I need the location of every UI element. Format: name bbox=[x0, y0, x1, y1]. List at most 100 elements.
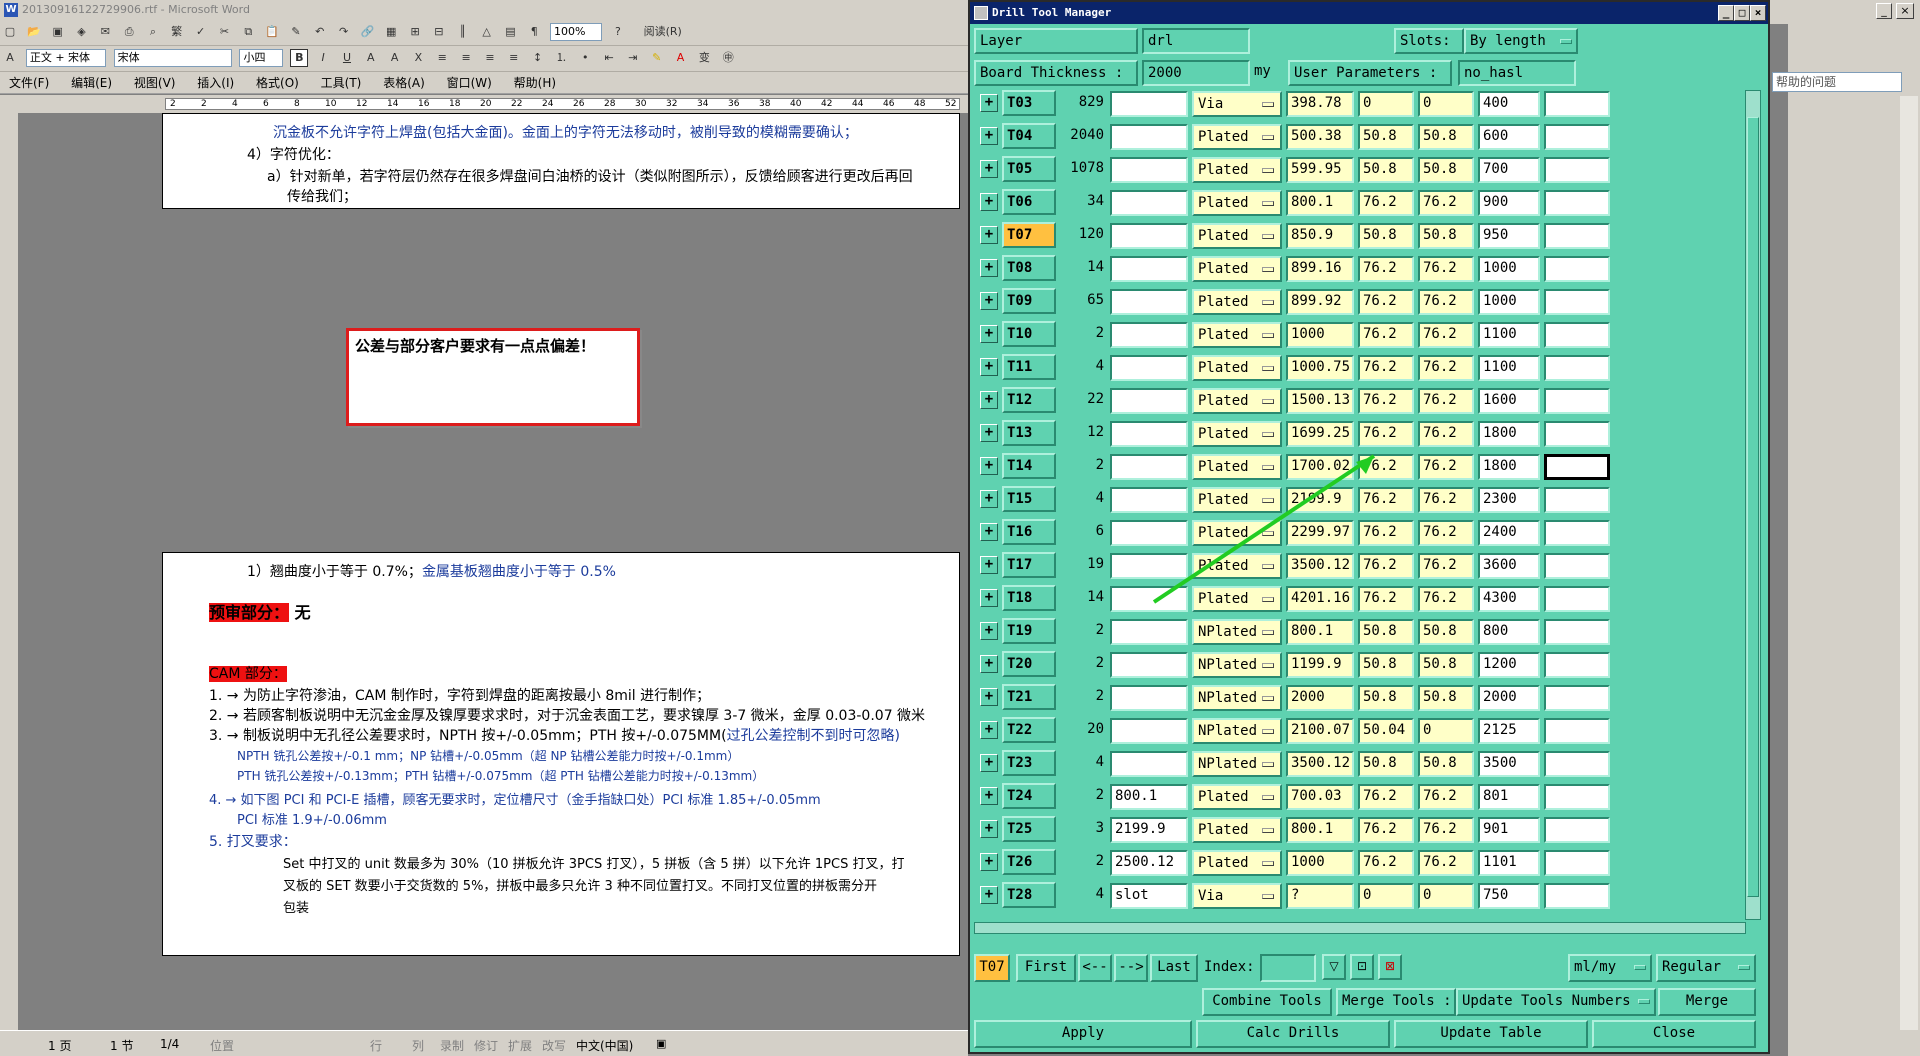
extra-field[interactable] bbox=[1544, 157, 1610, 183]
expand-row-icon[interactable]: + bbox=[980, 655, 998, 673]
zoom-select[interactable]: 100% bbox=[550, 23, 603, 41]
numbering-icon[interactable]: ⒈ bbox=[552, 49, 571, 67]
param-field[interactable] bbox=[1110, 157, 1188, 183]
tol-minus-field[interactable]: 50.8 bbox=[1418, 157, 1474, 183]
increase-indent-icon[interactable]: ⇥ bbox=[623, 49, 642, 67]
tol-plus-field[interactable]: 50.8 bbox=[1358, 619, 1414, 645]
document-page-2[interactable]: 1）翘曲度小于等于 0.7%；金属基板翘曲度小于等于 0.5% 预审部分： 无 … bbox=[162, 552, 960, 956]
hole-type-dropdown[interactable]: Plated bbox=[1192, 487, 1282, 513]
drill-size-field[interactable]: 899.92 bbox=[1286, 289, 1354, 315]
justify-icon[interactable]: ≡ bbox=[504, 49, 523, 67]
drill-size-field[interactable]: 2199.9 bbox=[1286, 487, 1354, 513]
layer-field[interactable]: drl bbox=[1142, 28, 1250, 54]
styles-icon[interactable]: A bbox=[1, 49, 19, 67]
param-field[interactable] bbox=[1110, 256, 1188, 282]
hole-type-dropdown[interactable]: Plated bbox=[1192, 553, 1282, 579]
tol-minus-field[interactable]: 50.8 bbox=[1418, 619, 1474, 645]
tol-minus-field[interactable]: 50.8 bbox=[1418, 751, 1474, 777]
slots-dropdown[interactable]: By length bbox=[1464, 28, 1578, 54]
mode-dropdown[interactable]: Regular bbox=[1656, 954, 1756, 982]
bold-icon[interactable]: B bbox=[290, 49, 309, 67]
hole-type-dropdown[interactable]: Plated bbox=[1192, 784, 1282, 810]
extra-field[interactable] bbox=[1544, 91, 1610, 117]
enclose-icon[interactable]: ㊥ bbox=[719, 49, 738, 67]
param-field[interactable] bbox=[1110, 751, 1188, 777]
drill-size-field[interactable]: 2100.07 bbox=[1286, 718, 1354, 744]
insert-table-icon[interactable]: ⊞ bbox=[406, 23, 425, 41]
hole-type-dropdown[interactable]: Plated bbox=[1192, 322, 1282, 348]
expand-row-icon[interactable]: + bbox=[980, 523, 998, 541]
tol-minus-field[interactable]: 50.8 bbox=[1418, 685, 1474, 711]
spelling-status-icon[interactable]: ▣ bbox=[656, 1037, 666, 1050]
tol-minus-field[interactable]: 76.2 bbox=[1418, 355, 1474, 381]
param-field[interactable] bbox=[1110, 190, 1188, 216]
tol-plus-field[interactable]: 0 bbox=[1358, 91, 1414, 117]
tool-name[interactable]: T28 bbox=[1002, 882, 1056, 908]
open-icon[interactable]: 📂 bbox=[24, 23, 43, 41]
param-field[interactable] bbox=[1110, 355, 1188, 381]
param-field[interactable] bbox=[1110, 718, 1188, 744]
drill-size-field[interactable]: 800.1 bbox=[1286, 817, 1354, 843]
param-field[interactable]: 2199.9 bbox=[1110, 817, 1188, 843]
finish-size-field[interactable]: 750 bbox=[1478, 883, 1540, 909]
extra-field[interactable] bbox=[1544, 223, 1610, 249]
bg-close-icon[interactable]: × bbox=[1896, 3, 1914, 19]
tol-minus-field[interactable]: 76.2 bbox=[1418, 520, 1474, 546]
table-icon[interactable]: ⊡ bbox=[1350, 954, 1374, 980]
tol-minus-field[interactable]: 76.2 bbox=[1418, 784, 1474, 810]
tool-name[interactable]: T20 bbox=[1002, 651, 1056, 677]
redo-icon[interactable]: ↷ bbox=[334, 23, 353, 41]
tool-name[interactable]: T07 bbox=[1002, 222, 1056, 248]
tol-plus-field[interactable]: 76.2 bbox=[1358, 817, 1414, 843]
tol-plus-field[interactable]: 50.8 bbox=[1358, 223, 1414, 249]
status-rev[interactable]: 修订 bbox=[474, 1037, 498, 1054]
tool-name[interactable]: T05 bbox=[1002, 156, 1056, 182]
italic-icon[interactable]: I bbox=[314, 49, 333, 67]
tol-plus-field[interactable]: 76.2 bbox=[1358, 421, 1414, 447]
expand-row-icon[interactable]: + bbox=[980, 787, 998, 805]
tool-name[interactable]: T22 bbox=[1002, 717, 1056, 743]
hole-type-dropdown[interactable]: NPlated bbox=[1192, 685, 1282, 711]
horizontal-ruler[interactable]: 2 2 4 6 8 10 12 14 16 18 20 22 24 26 28 30 32 34 36 38 40 42 4… bbox=[0, 95, 968, 113]
tol-minus-field[interactable]: 50.8 bbox=[1418, 223, 1474, 249]
tol-minus-field[interactable]: 76.2 bbox=[1418, 553, 1474, 579]
menu-format[interactable]: 格式(O) bbox=[247, 72, 308, 94]
copy-icon[interactable]: ⧉ bbox=[239, 23, 258, 41]
finish-size-field[interactable]: 950 bbox=[1478, 223, 1540, 249]
drill-size-field[interactable]: 4201.16 bbox=[1286, 586, 1354, 612]
hole-type-dropdown[interactable]: Plated bbox=[1192, 454, 1282, 480]
tool-name[interactable]: T23 bbox=[1002, 750, 1056, 776]
print-icon[interactable]: ⎙ bbox=[120, 23, 139, 41]
tol-plus-field[interactable]: 76.2 bbox=[1358, 388, 1414, 414]
background-vertical-scrollbar[interactable] bbox=[1900, 96, 1918, 1030]
tol-plus-field[interactable]: 76.2 bbox=[1358, 454, 1414, 480]
param-field[interactable] bbox=[1110, 619, 1188, 645]
permission-icon[interactable]: ◈ bbox=[72, 23, 91, 41]
drill-size-field[interactable]: 1500.13 bbox=[1286, 388, 1354, 414]
cut-icon[interactable]: ✂ bbox=[215, 23, 234, 41]
expand-row-icon[interactable]: + bbox=[980, 853, 998, 871]
expand-row-icon[interactable]: + bbox=[980, 193, 998, 211]
tol-minus-field[interactable]: 50.8 bbox=[1418, 652, 1474, 678]
hole-type-dropdown[interactable]: Plated bbox=[1192, 223, 1282, 249]
extra-field[interactable] bbox=[1544, 850, 1610, 876]
prev-button[interactable]: <-- bbox=[1078, 954, 1112, 982]
expand-row-icon[interactable]: + bbox=[980, 820, 998, 838]
finish-size-field[interactable]: 2125 bbox=[1478, 718, 1540, 744]
research-icon[interactable]: 繁 bbox=[167, 23, 186, 41]
tool-name[interactable]: T25 bbox=[1002, 816, 1056, 842]
tol-minus-field[interactable]: 76.2 bbox=[1418, 421, 1474, 447]
finish-size-field[interactable]: 801 bbox=[1478, 784, 1540, 810]
param-field[interactable] bbox=[1110, 223, 1188, 249]
status-ext[interactable]: 扩展 bbox=[508, 1037, 532, 1054]
tol-plus-field[interactable]: 50.8 bbox=[1358, 652, 1414, 678]
align-right-icon[interactable]: ≡ bbox=[480, 49, 499, 67]
expand-row-icon[interactable]: + bbox=[980, 358, 998, 376]
extra-field[interactable] bbox=[1544, 289, 1610, 315]
drill-size-field[interactable]: 1700.02 bbox=[1286, 454, 1354, 480]
menu-view[interactable]: 视图(V) bbox=[125, 72, 185, 94]
drill-size-field[interactable]: 3500.12 bbox=[1286, 751, 1354, 777]
tol-minus-field[interactable]: 76.2 bbox=[1418, 388, 1474, 414]
tol-plus-field[interactable]: 76.2 bbox=[1358, 289, 1414, 315]
expand-row-icon[interactable]: + bbox=[980, 259, 998, 277]
